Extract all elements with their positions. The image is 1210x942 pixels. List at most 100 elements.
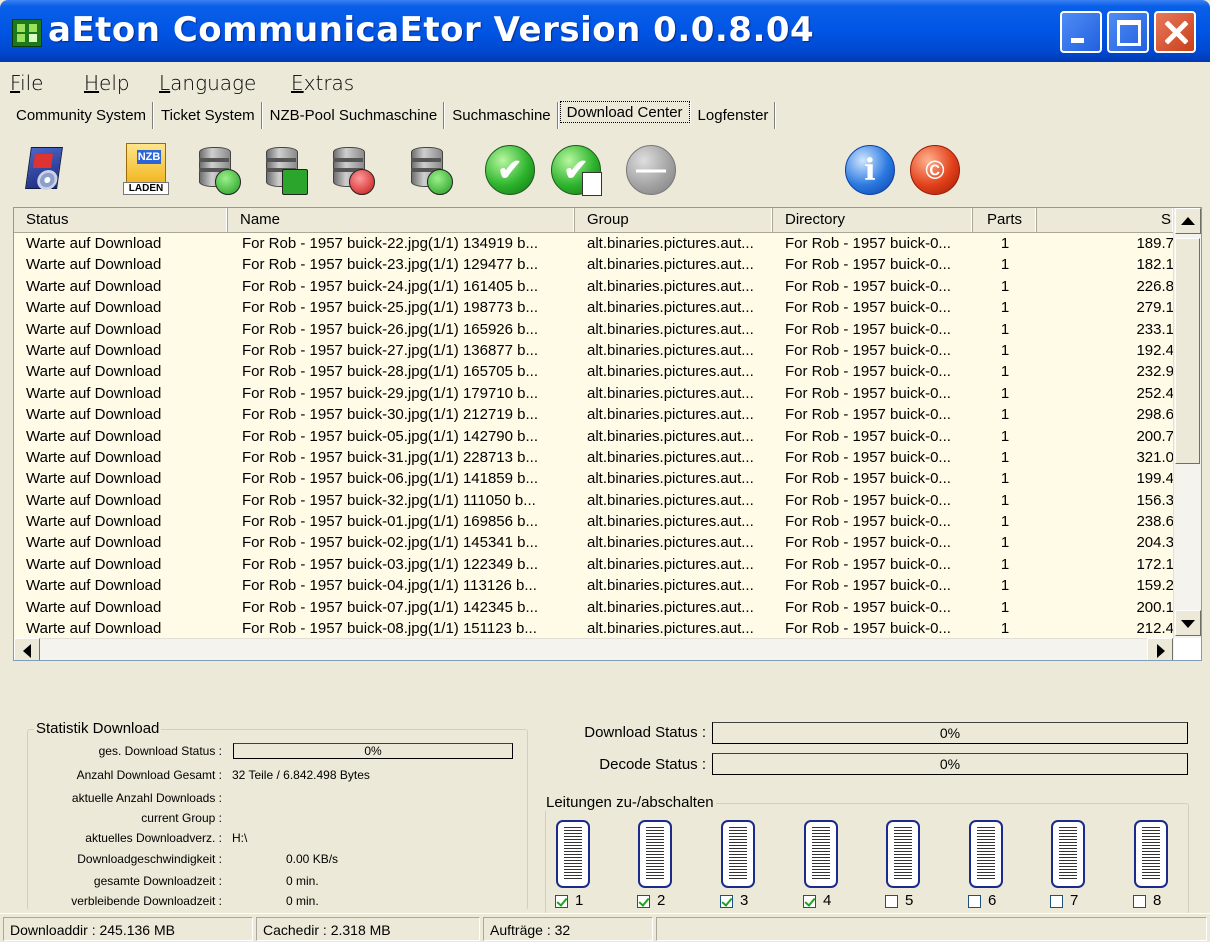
- menu-extras[interactable]: Extras: [291, 71, 354, 95]
- line-7-label[interactable]: 7: [1070, 892, 1078, 909]
- settings-button[interactable]: [16, 141, 70, 199]
- row-group: alt.binaries.pictures.aut...: [587, 406, 754, 424]
- line-8-checkbox[interactable]: [1133, 895, 1146, 908]
- row-directory: For Rob - 1957 buick-0...: [785, 235, 951, 252]
- minimize-button[interactable]: [1060, 11, 1102, 53]
- row-status: Warte auf Download: [26, 491, 162, 509]
- row-name: For Rob - 1957 buick-27.jpg(1/1) 136877 …: [242, 341, 539, 359]
- line-6-label[interactable]: 6: [988, 892, 996, 909]
- line-1-label[interactable]: 1: [575, 892, 583, 909]
- column-directory[interactable]: Directory: [773, 208, 973, 232]
- row-parts: 1: [1000, 598, 1010, 616]
- scroll-up-button[interactable]: [1175, 208, 1201, 234]
- table-row[interactable]: Warte auf Download For Rob - 1957 buick-0…: [14, 618, 1174, 638]
- nzb-load-button[interactable]: NZB LADEN: [118, 141, 172, 199]
- table-row[interactable]: Warte auf Download For Rob - 1957 buick-2…: [14, 319, 1174, 340]
- app-icon[interactable]: [12, 19, 42, 47]
- line-2-checkbox[interactable]: [637, 895, 650, 908]
- row-name: For Rob - 1957 buick-04.jpg(1/1) 113126 …: [242, 577, 537, 595]
- tab-suchmaschine[interactable]: Suchmaschine: [446, 102, 558, 129]
- row-parts: 1: [1000, 470, 1010, 488]
- horizontal-scrollbar[interactable]: [14, 638, 1174, 660]
- table-row[interactable]: Warte auf Download For Rob - 1957 buick-2…: [14, 297, 1174, 318]
- column-name[interactable]: Name: [228, 208, 575, 232]
- row-group: alt.binaries.pictures.aut...: [587, 427, 754, 445]
- db-add-button[interactable]: [258, 141, 312, 199]
- line-8-label[interactable]: 8: [1153, 892, 1161, 909]
- copyright-button[interactable]: ©: [907, 141, 961, 199]
- tab-ticket-system[interactable]: Ticket System: [155, 102, 262, 129]
- row-size: 204.3: [1136, 534, 1174, 552]
- line-4-checkbox[interactable]: [803, 895, 816, 908]
- table-row[interactable]: Warte auf Download For Rob - 1957 buick-0…: [14, 554, 1174, 575]
- table-row[interactable]: Warte auf Download For Rob - 1957 buick-0…: [14, 426, 1174, 447]
- line-3-checkbox[interactable]: [720, 895, 733, 908]
- tab-download-center[interactable]: Download Center: [559, 101, 690, 123]
- scroll-right-button[interactable]: [1147, 638, 1173, 660]
- scroll-thumb[interactable]: [1175, 238, 1200, 464]
- table-row[interactable]: Warte auf Download For Rob - 1957 buick-0…: [14, 511, 1174, 532]
- stat-value: 0 min.: [286, 874, 319, 888]
- line-6-checkbox[interactable]: [968, 895, 981, 908]
- row-size: 156.3: [1136, 491, 1174, 509]
- table-row[interactable]: Warte auf Download For Rob - 1957 buick-2…: [14, 276, 1174, 297]
- menu-language[interactable]: Language: [159, 71, 256, 95]
- row-status: Warte auf Download: [26, 363, 162, 381]
- row-name: For Rob - 1957 buick-01.jpg(1/1) 169856 …: [242, 513, 539, 531]
- db-check-button[interactable]: [403, 141, 457, 199]
- tab-logfenster[interactable]: Logfenster: [692, 102, 776, 129]
- column-group[interactable]: Group: [575, 208, 773, 232]
- table-row[interactable]: Warte auf Download For Rob - 1957 buick-0…: [14, 468, 1174, 489]
- menu-file[interactable]: File: [10, 71, 43, 95]
- row-group: alt.binaries.pictures.aut...: [587, 448, 754, 466]
- table-row[interactable]: Warte auf Download For Rob - 1957 buick-2…: [14, 383, 1174, 404]
- column-parts[interactable]: Parts: [973, 208, 1037, 232]
- maximize-button[interactable]: [1107, 11, 1149, 53]
- line-5-indicator: [886, 820, 920, 888]
- scroll-left-button[interactable]: [14, 638, 40, 660]
- stat-value: 0.00 KB/s: [286, 852, 339, 866]
- line-2-label[interactable]: 2: [657, 892, 665, 909]
- table-row[interactable]: Warte auf Download For Rob - 1957 buick-0…: [14, 575, 1174, 596]
- table-row[interactable]: Warte auf Download For Rob - 1957 buick-3…: [14, 490, 1174, 511]
- line-1-checkbox[interactable]: [555, 895, 568, 908]
- stop-button[interactable]: —: [623, 141, 677, 199]
- list-body: Warte auf Download For Rob - 1957 buick-2…: [14, 233, 1174, 638]
- tab-community-system[interactable]: Community System: [10, 102, 154, 129]
- table-row[interactable]: Warte auf Download For Rob - 1957 buick-3…: [14, 447, 1174, 468]
- line-3-label[interactable]: 3: [740, 892, 748, 909]
- line-4-label[interactable]: 4: [823, 892, 831, 909]
- menu-help[interactable]: Help: [84, 71, 130, 95]
- tab-nzb-pool-suchmaschine[interactable]: NZB-Pool Suchmaschine: [264, 102, 445, 129]
- table-row[interactable]: Warte auf Download For Rob - 1957 buick-2…: [14, 254, 1174, 275]
- row-group: alt.binaries.pictures.aut...: [587, 384, 754, 402]
- line-5-checkbox[interactable]: [885, 895, 898, 908]
- check-page-button[interactable]: ✔: [548, 141, 602, 199]
- check-button[interactable]: ✔: [482, 141, 536, 199]
- row-directory: For Rob - 1957 buick-0...: [785, 341, 951, 359]
- line-7-checkbox[interactable]: [1050, 895, 1063, 908]
- db-refresh-button[interactable]: [191, 141, 245, 199]
- title-bar[interactable]: aEton CommunicaEtor Version 0.0.8.04: [0, 0, 1210, 62]
- db-delete-button[interactable]: [325, 141, 379, 199]
- info-button[interactable]: i: [842, 141, 896, 199]
- table-row[interactable]: Warte auf Download For Rob - 1957 buick-3…: [14, 404, 1174, 425]
- table-row[interactable]: Warte auf Download For Rob - 1957 buick-2…: [14, 233, 1174, 254]
- row-status: Warte auf Download: [26, 341, 162, 359]
- table-row[interactable]: Warte auf Download For Rob - 1957 buick-2…: [14, 340, 1174, 361]
- column-status[interactable]: Status: [14, 208, 228, 232]
- row-group: alt.binaries.pictures.aut...: [587, 470, 754, 488]
- row-group: alt.binaries.pictures.aut...: [587, 363, 754, 381]
- decode-status-label: Decode Status :: [599, 756, 706, 773]
- line-5-label[interactable]: 5: [905, 892, 913, 909]
- table-row[interactable]: Warte auf Download For Rob - 1957 buick-0…: [14, 597, 1174, 618]
- vertical-scrollbar[interactable]: [1173, 208, 1201, 638]
- line-7-indicator: [1051, 820, 1085, 888]
- scroll-down-button[interactable]: [1175, 610, 1201, 636]
- table-row[interactable]: Warte auf Download For Rob - 1957 buick-0…: [14, 532, 1174, 553]
- close-button[interactable]: [1154, 11, 1196, 53]
- column-size[interactable]: S: [1037, 208, 1174, 232]
- download-list[interactable]: Status Name Group Directory Parts S Wart…: [13, 207, 1202, 661]
- row-directory: For Rob - 1957 buick-0...: [785, 427, 951, 445]
- table-row[interactable]: Warte auf Download For Rob - 1957 buick-2…: [14, 361, 1174, 382]
